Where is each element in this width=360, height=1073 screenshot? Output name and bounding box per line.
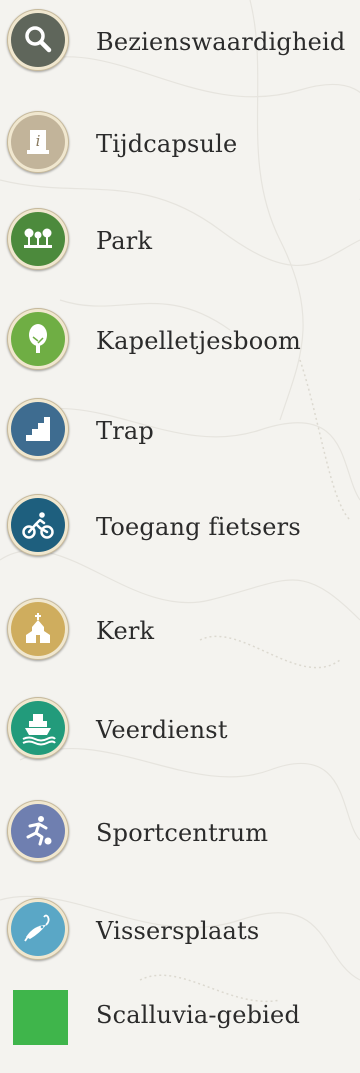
legend-item-veerdienst[interactable]: Veerdienst	[0, 688, 360, 788]
svg-text:i: i	[36, 132, 41, 150]
legend-item-kapelletjesboom[interactable]: Kapelletjesboom	[0, 299, 360, 399]
church-icon	[26, 613, 50, 643]
legend-label: Bezienswaardigheid	[96, 28, 346, 56]
park-trees-icon	[24, 228, 52, 248]
legend-label: Scalluvia-gebied	[96, 1001, 301, 1029]
map-legend: Bezienswaardigheid i Tijdcapsule Park Ka…	[0, 0, 360, 1045]
cyclist-icon	[22, 512, 54, 539]
legend-item-tijdcapsule[interactable]: i Tijdcapsule	[0, 102, 360, 202]
legend-badge	[7, 9, 69, 71]
legend-label: Vissersplaats	[96, 917, 260, 945]
legend-badge: i	[7, 111, 69, 173]
stairs-icon	[26, 417, 50, 441]
legend-item-kerk[interactable]: Kerk	[0, 589, 360, 689]
legend-label: Veerdienst	[96, 716, 228, 744]
magnifier-icon	[25, 26, 52, 53]
tree-icon	[29, 324, 47, 353]
legend-label: Park	[96, 227, 153, 255]
legend-item-park[interactable]: Park	[0, 199, 360, 299]
legend-badge	[7, 494, 69, 556]
football-player-icon	[26, 816, 52, 846]
legend-item-sportcentrum[interactable]: Sportcentrum	[0, 791, 360, 891]
legend-label: Kapelletjesboom	[96, 327, 301, 355]
legend-badge	[7, 898, 69, 960]
legend-item-bezienswaardigheid[interactable]: Bezienswaardigheid	[0, 0, 360, 100]
green-area-swatch	[13, 990, 68, 1045]
legend-badge	[7, 398, 69, 460]
legend-badge	[7, 598, 69, 660]
legend-label: Toegang fietsers	[96, 513, 301, 541]
legend-badge	[7, 800, 69, 862]
legend-item-toegang-fietsers[interactable]: Toegang fietsers	[0, 485, 360, 585]
info-monument-icon: i	[27, 130, 49, 154]
legend-label: Kerk	[96, 617, 155, 645]
legend-badge	[7, 208, 69, 270]
fish-hook-icon	[24, 914, 50, 942]
legend-label: Tijdcapsule	[96, 130, 238, 158]
legend-label: Sportcentrum	[96, 819, 269, 847]
legend-item-scalluvia-gebied[interactable]: Scalluvia-gebied	[0, 973, 360, 1073]
ferry-icon	[22, 714, 56, 746]
legend-label: Trap	[96, 417, 154, 445]
legend-item-trap[interactable]: Trap	[0, 389, 360, 489]
legend-badge	[7, 697, 69, 759]
legend-badge	[7, 308, 69, 370]
